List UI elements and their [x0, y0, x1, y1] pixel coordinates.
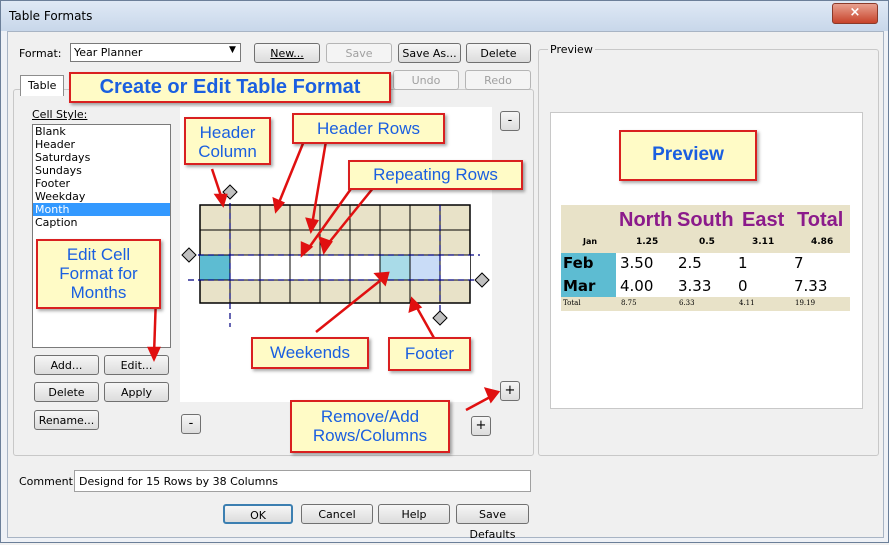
callout-preview: Preview	[619, 130, 757, 181]
callout-header-column: Header Column	[184, 117, 271, 165]
callout-remove-add: Remove/Add Rows/Columns	[290, 400, 450, 453]
window-title: Table Formats	[9, 9, 93, 23]
callout-footer: Footer	[388, 337, 471, 371]
dialog-window: Table Formats × Preview Format: Year Pla…	[0, 0, 889, 543]
callout-edit-cell-format: Edit Cell Format for Months	[36, 239, 161, 309]
callout-repeating-rows: Repeating Rows	[348, 160, 523, 190]
callout-weekends: Weekends	[251, 337, 369, 369]
dialog-client: Preview Format: Year Planner ▼ New... Sa…	[7, 31, 884, 541]
title-bar: Table Formats ×	[1, 1, 888, 31]
callout-create-edit: Create or Edit Table Format	[69, 72, 391, 103]
close-button[interactable]: ×	[832, 3, 878, 24]
callout-header-rows: Header Rows	[292, 113, 445, 144]
